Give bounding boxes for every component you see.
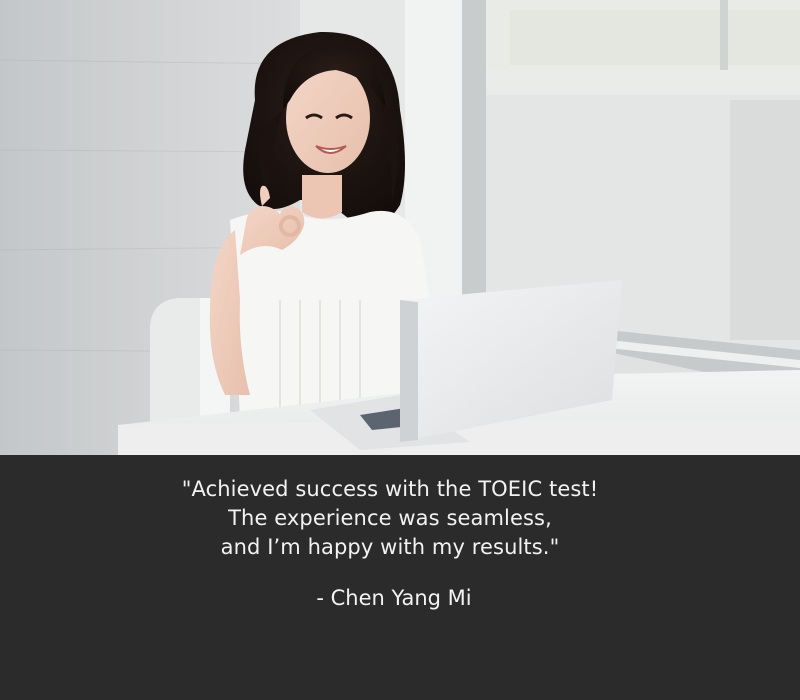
testimonial-card: "Achieved success with the TOEIC test! T… [0, 0, 800, 700]
photo-illustration [0, 0, 800, 455]
quote-line: The experience was seamless, [228, 506, 552, 530]
testimonial-caption: "Achieved success with the TOEIC test! T… [0, 455, 800, 700]
testimonial-author: - Chen Yang Mi [316, 586, 472, 610]
quote-line: and I’m happy with my results." [220, 535, 560, 559]
quote-line: "Achieved success with the TOEIC test! [181, 477, 599, 501]
testimonial-quote: "Achieved success with the TOEIC test! T… [0, 475, 780, 562]
testimonial-photo [0, 0, 800, 455]
